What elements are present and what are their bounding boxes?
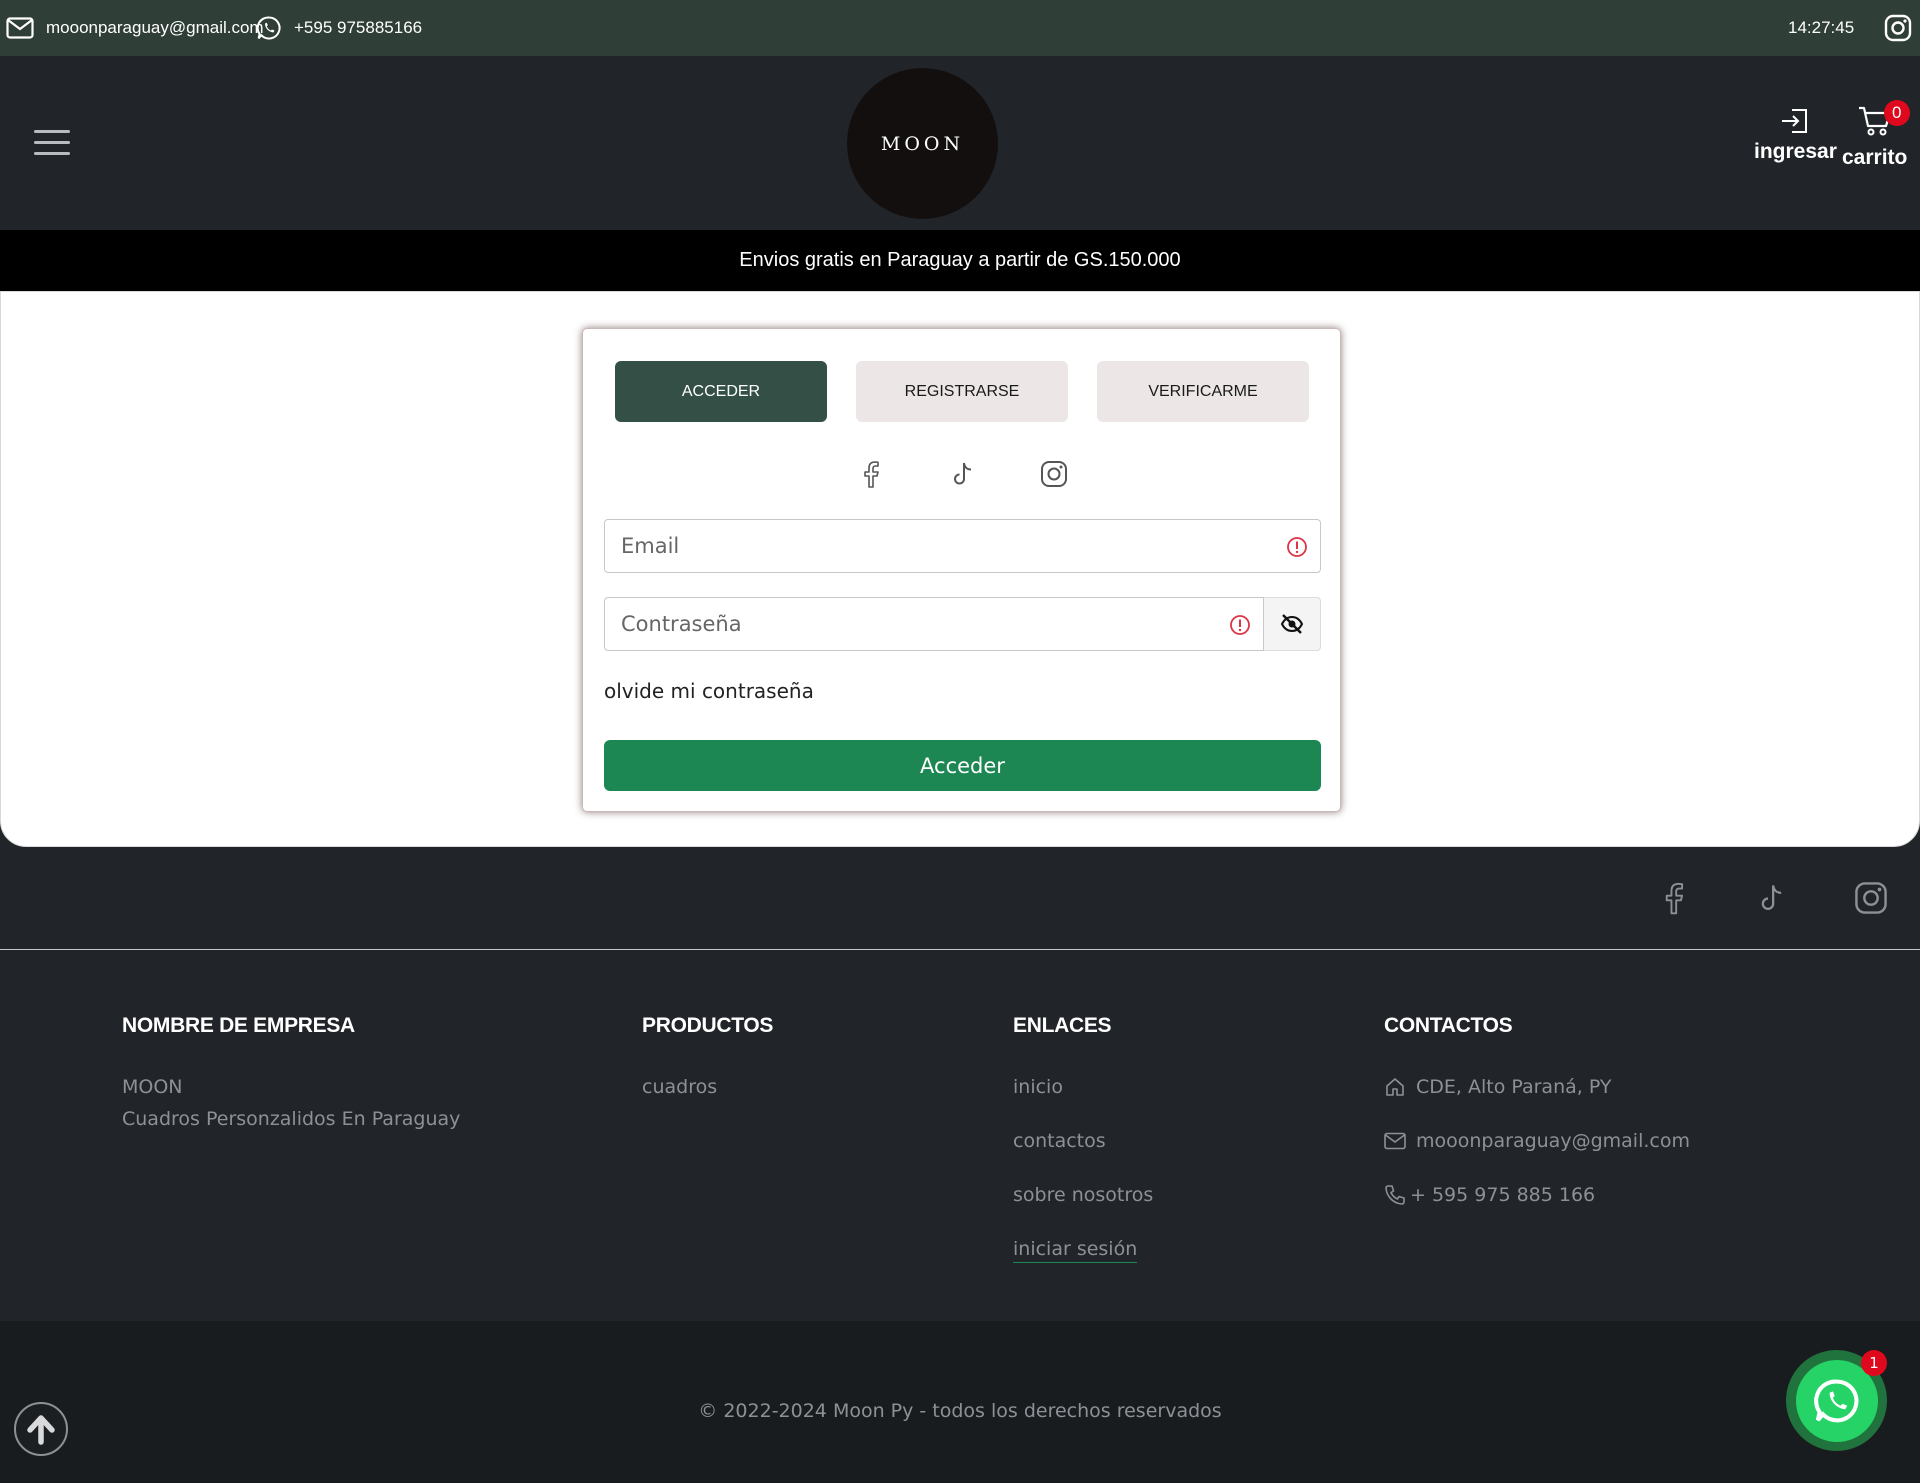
clock-text: 14:27:45 bbox=[1788, 18, 1855, 37]
footer-bottom: © 2022-2024 Moon Py - todos los derechos… bbox=[0, 1321, 1920, 1483]
tab-acceder[interactable]: ACCEDER bbox=[615, 361, 827, 422]
tiktok-icon bbox=[954, 462, 972, 485]
footer-link-inicio[interactable]: inicio bbox=[1013, 1076, 1063, 1098]
tiktok-login-button[interactable] bbox=[946, 457, 980, 491]
password-input[interactable] bbox=[605, 598, 1263, 650]
menu-button[interactable] bbox=[34, 128, 70, 156]
phone-icon bbox=[1385, 1185, 1405, 1205]
whatsapp-icon bbox=[1813, 1379, 1858, 1422]
logo-text: MOON bbox=[880, 132, 965, 155]
instagram-icon bbox=[1884, 14, 1912, 42]
site-header: MOON ingresar 0 carrito bbox=[0, 56, 1920, 230]
footer-facebook-link[interactable] bbox=[1655, 878, 1695, 918]
company-heading: NOMBRE DE EMPRESA bbox=[122, 1014, 355, 1037]
main-content: ACCEDER REGISTRARSE VERIFICARME olvide m… bbox=[0, 291, 1920, 847]
products-heading: PRODUCTOS bbox=[642, 1014, 774, 1037]
contact-email[interactable]: mooonparaguay@gmail.com bbox=[1384, 1130, 1690, 1152]
whatsapp-chat-button[interactable]: 1 bbox=[1786, 1350, 1887, 1451]
toggle-password-button[interactable] bbox=[1264, 597, 1321, 651]
contact-email-text: mooonparaguay@gmail.com bbox=[1416, 1130, 1690, 1152]
company-tagline: Cuadros Personzalidos En Paraguay bbox=[122, 1108, 461, 1130]
site-logo[interactable]: MOON bbox=[847, 68, 998, 219]
facebook-login-button[interactable] bbox=[855, 457, 889, 491]
instagram-login-button[interactable] bbox=[1037, 457, 1071, 491]
promo-banner: Envios gratis en Paraguay a partir de GS… bbox=[0, 230, 1920, 291]
topbar-phone[interactable]: +595 975885166 bbox=[256, 0, 422, 56]
password-field[interactable] bbox=[604, 597, 1264, 651]
footer-links-column: ENLACES inicio contactos sobre nosotros … bbox=[1013, 1014, 1153, 1263]
eye-slash-icon bbox=[1280, 614, 1304, 634]
tab-registrarse[interactable]: REGISTRARSE bbox=[856, 361, 1068, 422]
footer-link-iniciar-sesion[interactable]: iniciar sesión bbox=[1013, 1238, 1138, 1263]
auth-card: ACCEDER REGISTRARSE VERIFICARME olvide m… bbox=[582, 328, 1341, 812]
contact-address-text: CDE, Alto Paraná, PY bbox=[1416, 1076, 1612, 1098]
contacts-heading: CONTACTOS bbox=[1384, 1014, 1513, 1037]
topbar-instagram[interactable] bbox=[1884, 0, 1912, 56]
whatsapp-notification-badge: 1 bbox=[1861, 1350, 1887, 1376]
topbar-clock: 14:27:45 bbox=[1788, 0, 1854, 56]
tab-verificarme[interactable]: VERIFICARME bbox=[1097, 361, 1309, 422]
footer-products-column: PRODUCTOS cuadros bbox=[642, 1014, 774, 1098]
cart-label: carrito bbox=[1842, 146, 1908, 169]
company-name: MOON bbox=[122, 1076, 183, 1098]
warning-icon bbox=[1287, 537, 1307, 557]
copyright-text: © 2022-2024 Moon Py - todos los derechos… bbox=[698, 1400, 1222, 1422]
forgot-password-link[interactable]: olvide mi contraseña bbox=[604, 679, 814, 703]
footer-company-column: NOMBRE DE EMPRESA MOON Cuadros Personzal… bbox=[122, 1014, 460, 1130]
login-link[interactable]: ingresar bbox=[1754, 106, 1837, 164]
contact-address: CDE, Alto Paraná, PY bbox=[1384, 1076, 1611, 1098]
home-icon bbox=[1386, 1078, 1404, 1096]
promo-text: Envios gratis en Paraguay a partir de GS… bbox=[739, 249, 1181, 271]
footer-social-bar bbox=[0, 847, 1920, 950]
cart-link[interactable]: 0 carrito bbox=[1842, 100, 1910, 170]
email-field[interactable] bbox=[604, 519, 1321, 573]
email-input[interactable] bbox=[605, 520, 1320, 572]
login-label: ingresar bbox=[1754, 140, 1837, 163]
top-bar: mooonparaguay@gmail.com +595 975885166 1… bbox=[0, 0, 1920, 56]
cart-count-badge: 0 bbox=[1883, 100, 1910, 126]
instagram-icon bbox=[1855, 882, 1887, 914]
links-heading: ENLACES bbox=[1013, 1014, 1112, 1037]
topbar-email-text: mooonparaguay@gmail.com bbox=[46, 18, 264, 37]
login-icon bbox=[1782, 109, 1808, 133]
mail-icon bbox=[1384, 1132, 1406, 1150]
whatsapp-icon bbox=[256, 16, 281, 40]
footer-link-contactos[interactable]: contactos bbox=[1013, 1130, 1106, 1152]
warning-icon bbox=[1230, 615, 1250, 635]
instagram-icon bbox=[1041, 461, 1067, 487]
facebook-icon bbox=[1665, 882, 1684, 915]
product-link-cuadros[interactable]: cuadros bbox=[642, 1076, 717, 1098]
contact-phone[interactable]: + 595 975 885 166 bbox=[1384, 1184, 1595, 1206]
login-submit-button[interactable]: Acceder bbox=[604, 740, 1321, 791]
mail-icon bbox=[6, 17, 34, 39]
footer-instagram-link[interactable] bbox=[1851, 878, 1891, 918]
site-footer: NOMBRE DE EMPRESA MOON Cuadros Personzal… bbox=[0, 950, 1920, 1321]
contact-phone-text: + 595 975 885 166 bbox=[1410, 1184, 1596, 1206]
footer-contacts-column: CONTACTOS CDE, Alto Paraná, PY mooonpara… bbox=[1384, 1014, 1690, 1206]
topbar-phone-text: +595 975885166 bbox=[294, 18, 423, 37]
topbar-email[interactable]: mooonparaguay@gmail.com bbox=[6, 0, 264, 56]
tiktok-icon bbox=[1761, 885, 1782, 910]
facebook-icon bbox=[864, 461, 879, 488]
footer-link-sobre-nosotros[interactable]: sobre nosotros bbox=[1013, 1184, 1153, 1206]
footer-tiktok-link[interactable] bbox=[1752, 878, 1792, 918]
